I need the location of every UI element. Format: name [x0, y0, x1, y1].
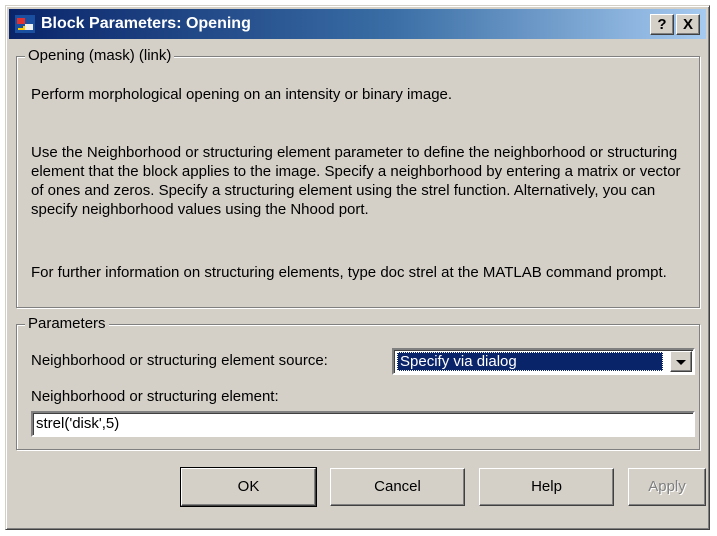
description-paragraph-2: Use the Neighborhood or structuring elem…	[31, 144, 681, 218]
question-icon: ?	[657, 16, 667, 33]
element-label: Neighborhood or structuring element:	[31, 388, 279, 405]
apply-button-label: Apply	[648, 478, 686, 495]
ok-button-label: OK	[237, 478, 260, 495]
description-paragraph-3: For further information on structuring e…	[31, 264, 667, 281]
element-input[interactable]: strel('disk',5)	[31, 411, 695, 437]
description-group-legend: Opening (mask) (link)	[25, 47, 175, 64]
block-parameters-dialog: Block Parameters: Opening ? X Opening (m…	[5, 5, 710, 530]
help-button[interactable]: Help	[479, 468, 614, 506]
parameters-group-legend: Parameters	[25, 315, 109, 332]
close-icon: X	[682, 16, 693, 33]
cancel-button-label: Cancel	[374, 478, 421, 495]
source-dropdown-button[interactable]	[670, 351, 692, 372]
window-title: Block Parameters: Opening	[41, 15, 251, 32]
description-paragraph-1: Perform morphological opening on an inte…	[31, 86, 453, 103]
description-group: Opening (mask) (link) Perform morphologi…	[16, 47, 700, 308]
parameters-group: Parameters Neighborhood or structuring e…	[16, 315, 700, 450]
help-button-label: Help	[531, 478, 562, 495]
close-button[interactable]: X	[676, 14, 700, 35]
source-dropdown-value: Specify via dialog	[397, 352, 663, 371]
ok-button[interactable]: OK	[180, 467, 317, 507]
title-bar[interactable]: Block Parameters: Opening ? X	[9, 9, 706, 39]
chevron-down-icon	[676, 359, 686, 365]
source-label: Neighborhood or structuring element sour…	[31, 352, 328, 369]
cancel-button[interactable]: Cancel	[330, 468, 465, 506]
apply-button: Apply	[628, 468, 706, 506]
source-dropdown[interactable]: Specify via dialog	[392, 348, 695, 375]
help-title-button[interactable]: ?	[650, 14, 674, 35]
simulink-block-icon	[15, 15, 35, 33]
